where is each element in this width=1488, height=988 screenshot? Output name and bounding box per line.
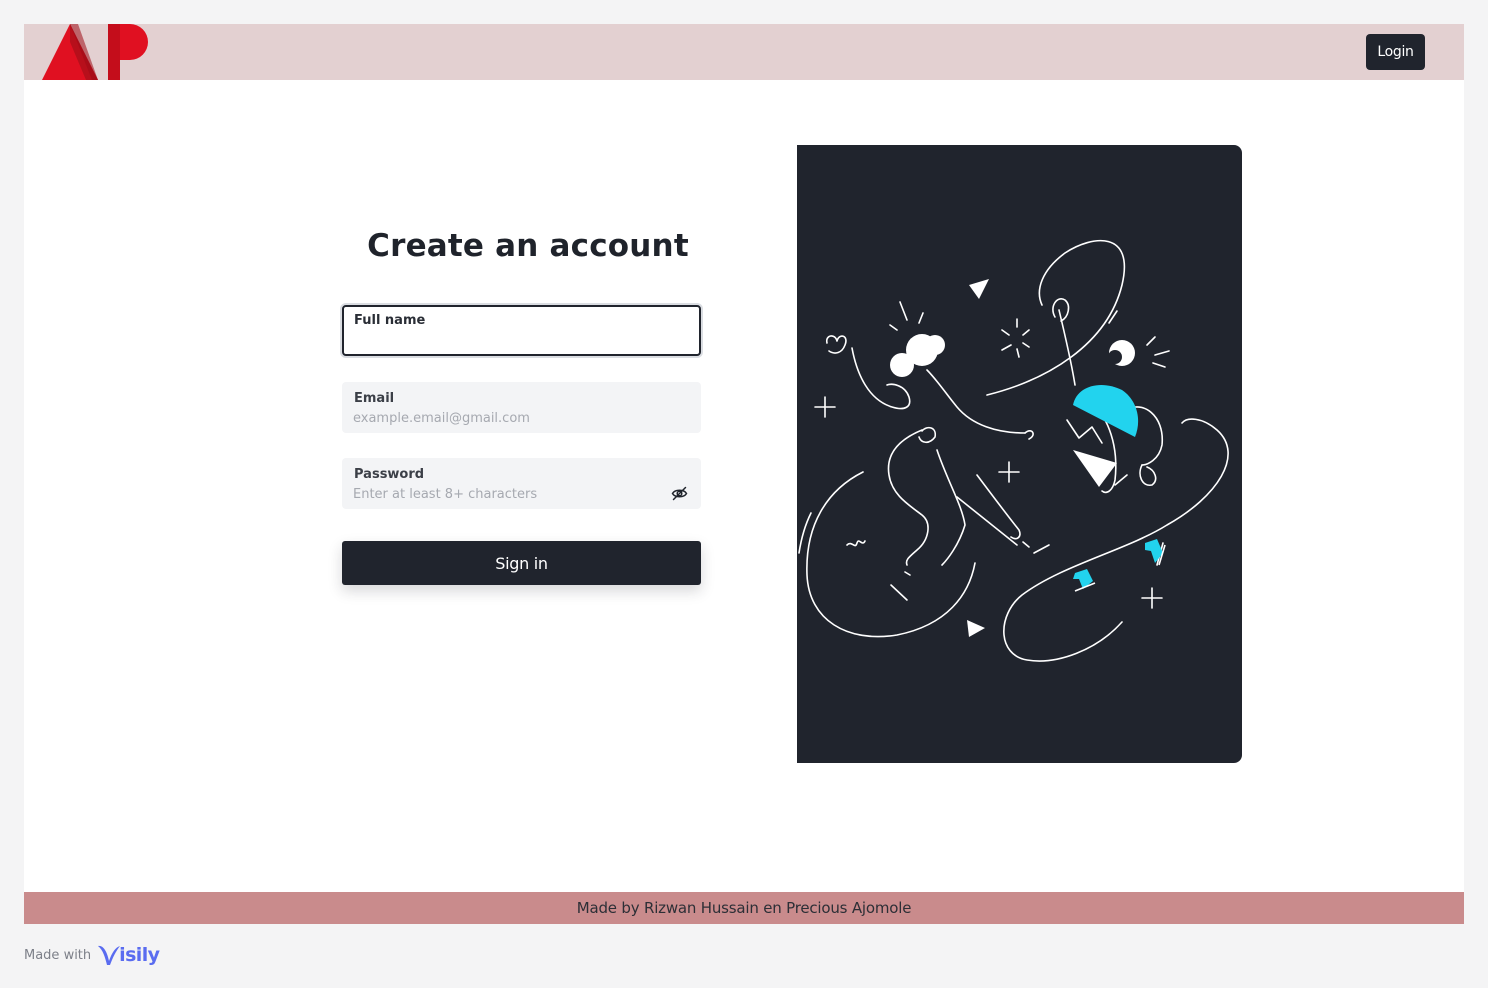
ap-logo[interactable]: AP — [42, 24, 150, 80]
full-name-input[interactable] — [355, 334, 665, 352]
page-title: Create an account — [367, 228, 689, 264]
top-header: AP Login — [24, 24, 1464, 80]
email-input[interactable] — [353, 409, 663, 427]
people-jumping-illustration — [798, 239, 1229, 662]
email-label: Email — [354, 391, 395, 406]
made-with-text: Made with — [24, 947, 92, 963]
app-frame: AP Login Create an account Full name Ema… — [24, 24, 1464, 924]
password-field[interactable]: Password — [342, 458, 701, 509]
footer-credit-text: Made by Rizwan Hussain en Precious Ajomo… — [576, 899, 912, 917]
visily-logo: isily — [96, 943, 160, 967]
illustration-panel — [797, 145, 1242, 763]
full-name-label: Full name — [354, 313, 426, 328]
eye-off-icon[interactable] — [671, 486, 688, 501]
password-label: Password — [354, 467, 425, 482]
password-input[interactable] — [353, 485, 663, 503]
email-field[interactable]: Email — [342, 382, 701, 433]
sign-in-button[interactable]: Sign in — [342, 541, 701, 585]
page-footer: Made by Rizwan Hussain en Precious Ajomo… — [24, 892, 1464, 924]
login-button[interactable]: Login — [1366, 34, 1425, 70]
visily-brand-text: isily — [119, 944, 160, 966]
made-with-visily-badge[interactable]: Made with isily — [24, 940, 160, 970]
full-name-field[interactable]: Full name — [342, 305, 701, 356]
